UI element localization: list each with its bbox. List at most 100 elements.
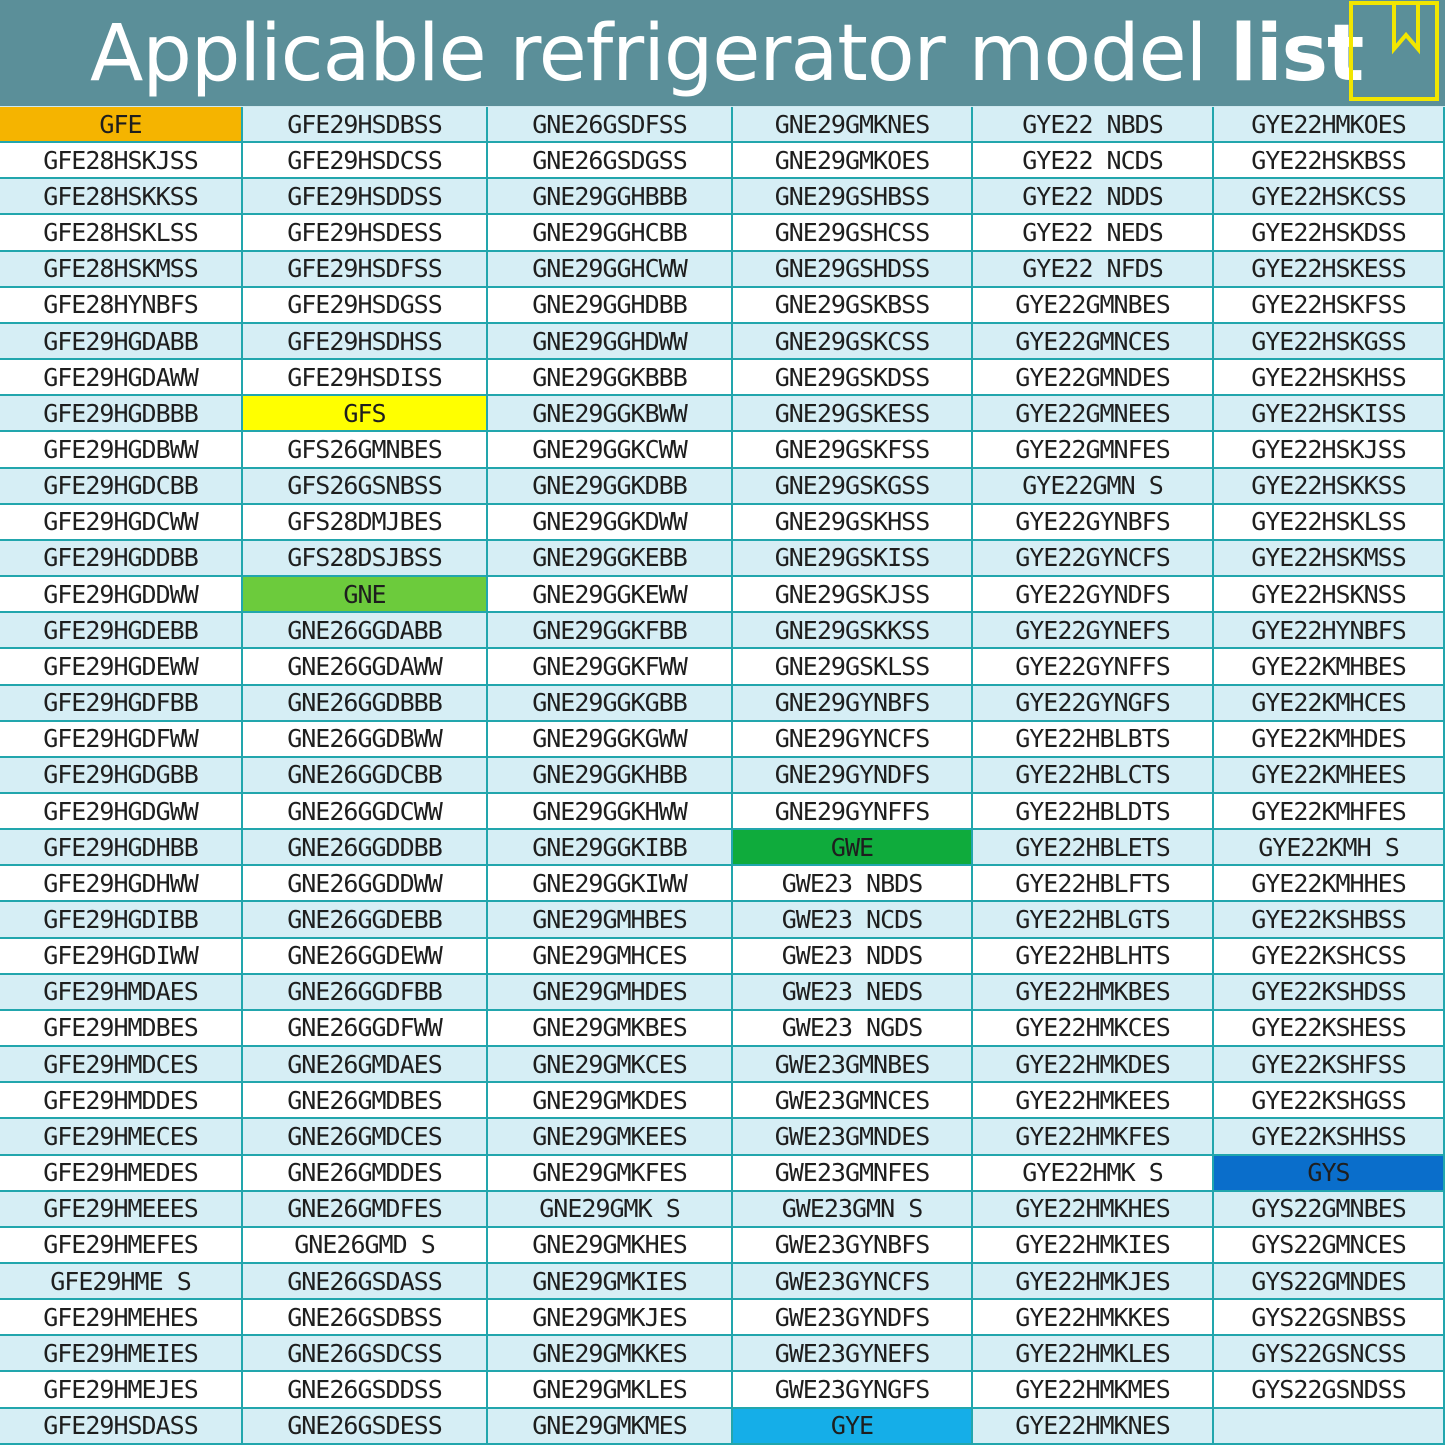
model-cell: GYE22HMKKES	[973, 1300, 1214, 1337]
model-cell: GYE22KSHFSS	[1214, 1047, 1445, 1084]
model-cell: GYE22KSHBSS	[1214, 902, 1445, 939]
model-cell: GFE29HSDFSS	[243, 251, 488, 288]
model-cell: GNE29GYNDFS	[733, 757, 973, 794]
model-cell: GYE22KMHBES	[1214, 649, 1445, 686]
model-cell: GNE29GMKNES	[733, 107, 973, 144]
model-cell: GWE23GYNGFS	[733, 1372, 973, 1409]
title-banner: Applicable refrigerator model list	[0, 0, 1445, 106]
model-cell: GFE29HMEJES	[0, 1372, 243, 1409]
model-cell: GYE22HMKFES	[973, 1119, 1214, 1156]
model-cell: GYE22HBLGTS	[973, 902, 1214, 939]
model-cell: GYE22KSHGSS	[1214, 1083, 1445, 1120]
model-cell: GFE29HMEHES	[0, 1300, 243, 1337]
model-cell: GNE26GSDASS	[243, 1264, 488, 1301]
model-cell: GYE22HSKDSS	[1214, 215, 1445, 252]
model-cell: GFE29HGDFBB	[0, 685, 243, 722]
model-cell: GNE29GMKOES	[733, 143, 973, 180]
model-cell: GNE26GMDCES	[243, 1119, 488, 1156]
model-cell: GYE22KMHHES	[1214, 866, 1445, 903]
model-cell: GYE22HMKHES	[973, 1191, 1214, 1228]
model-cell: GNE29GGHBBB	[488, 179, 733, 216]
model-cell: GYE22GMN S	[973, 468, 1214, 505]
model-cell: GYS22GMNBES	[1214, 1191, 1445, 1228]
model-cell: GNE29GMHBES	[488, 902, 733, 939]
model-cell: GYS22GSNDSS	[1214, 1372, 1445, 1409]
model-cell: GNE26GGDCBB	[243, 757, 488, 794]
model-cell: GNE29GGKFWW	[488, 649, 733, 686]
model-cell: GNE29GMKBES	[488, 1010, 733, 1048]
model-cell: GFE29HMEIES	[0, 1336, 243, 1373]
model-cell: GFE28HYNBFS	[0, 287, 243, 324]
model-cell: GYE22HMKEES	[973, 1083, 1214, 1120]
model-cell: GYE22GMNBES	[973, 287, 1214, 324]
model-cell: GYE22HMKDES	[973, 1047, 1214, 1084]
model-cell: GYE22KMHCES	[1214, 685, 1445, 722]
model-cell: GFE29HSDDSS	[243, 179, 488, 216]
model-cell: GYE22 NBDS	[973, 107, 1214, 144]
model-cell: GFE29HMEDES	[0, 1155, 243, 1192]
model-cell: GNE26GGDCWW	[243, 793, 488, 831]
model-cell: GNE26GMDDES	[243, 1155, 488, 1192]
model-cell: GWE23 NDDS	[733, 938, 973, 975]
model-cell: GYE22KSHCSS	[1214, 938, 1445, 975]
model-cell: GFE29HGDFWW	[0, 721, 243, 758]
model-cell: GNE29GSKDSS	[733, 360, 973, 397]
model-cell: GNE29GGKFBB	[488, 613, 733, 650]
model-cell: GYE22GYNCFS	[973, 540, 1214, 578]
model-cell: GNE29GSKHSS	[733, 504, 973, 541]
model-cell: GNE29GGHDBB	[488, 287, 733, 324]
model-cell: GNE29GSKBSS	[733, 287, 973, 324]
model-cell: GNE29GGKHWW	[488, 793, 733, 831]
model-cell: GFE28HSKJSS	[0, 143, 243, 180]
model-cell: GFS28DMJBES	[243, 504, 488, 541]
empty-cell	[1214, 1408, 1445, 1445]
model-cell: GNE29GSKLSS	[733, 649, 973, 686]
model-cell: GNE26GSDGSS	[488, 143, 733, 180]
model-cell: GYE22 NFDS	[973, 251, 1214, 288]
model-cell: GFS28DSJBSS	[243, 540, 488, 578]
bookmark-icon[interactable]	[1349, 1, 1439, 101]
model-cell: GNE29GGKEWW	[488, 577, 733, 614]
model-cell: GFE29HGDIBB	[0, 902, 243, 939]
model-cell: GFE29HSDASS	[0, 1408, 243, 1445]
model-cell: GYE22HSKMSS	[1214, 540, 1445, 578]
model-cell: GYE22GYNEFS	[973, 613, 1214, 650]
model-cell: GYE22HBLDTS	[973, 793, 1214, 831]
model-cell: GYE22HBLBTS	[973, 721, 1214, 758]
model-cell: GYE22HMKIES	[973, 1227, 1214, 1264]
group-header-gys: GYS	[1214, 1155, 1445, 1192]
group-header-gwe: GWE	[733, 830, 973, 867]
model-cell: GFE29HGDDWW	[0, 577, 243, 614]
model-cell: GNE29GGKIBB	[488, 830, 733, 867]
model-cell: GFE29HGDBWW	[0, 432, 243, 469]
model-cell: GYE22HSKKSS	[1214, 468, 1445, 505]
model-cell: GWE23GYNCFS	[733, 1264, 973, 1301]
model-cell: GYE22HSKESS	[1214, 251, 1445, 288]
model-cell: GNE29GMK S	[488, 1191, 733, 1228]
model-cell: GNE29GSKISS	[733, 540, 973, 578]
model-cell: GWE23GYNDFS	[733, 1300, 973, 1337]
model-cell: GFE29HMDCES	[0, 1047, 243, 1084]
model-cell: GNE29GGKIWW	[488, 866, 733, 903]
model-cell: GYE22 NCDS	[973, 143, 1214, 180]
title-emphasis: list	[1230, 9, 1364, 99]
model-cell: GFE29HMEEES	[0, 1191, 243, 1228]
model-cell: GFE29HME S	[0, 1264, 243, 1301]
model-cell: GNE29GYNBFS	[733, 685, 973, 722]
model-cell: GFE29HGDGBB	[0, 757, 243, 794]
model-cell: GYS22GSNCSS	[1214, 1336, 1445, 1373]
model-cell: GFE29HGDDBB	[0, 540, 243, 578]
model-cell: GWE23GMNFES	[733, 1155, 973, 1192]
model-cell: GNE26GSDBSS	[243, 1300, 488, 1337]
model-cell: GYE22HSKNSS	[1214, 577, 1445, 614]
model-cell: GYE22GYNFFS	[973, 649, 1214, 686]
model-cell: GNE26GSDESS	[243, 1408, 488, 1445]
model-cell: GFE29HGDCBB	[0, 468, 243, 505]
model-cell: GNE29GMKHES	[488, 1227, 733, 1264]
model-cell: GWE23 NBDS	[733, 866, 973, 903]
model-cell: GNE29GMKFES	[488, 1155, 733, 1192]
model-cell: GNE29GMHDES	[488, 974, 733, 1011]
model-cell: GNE26GGDAWW	[243, 649, 488, 686]
group-header-gne: GNE	[243, 577, 488, 614]
model-cell: GNE29GGHDWW	[488, 323, 733, 361]
